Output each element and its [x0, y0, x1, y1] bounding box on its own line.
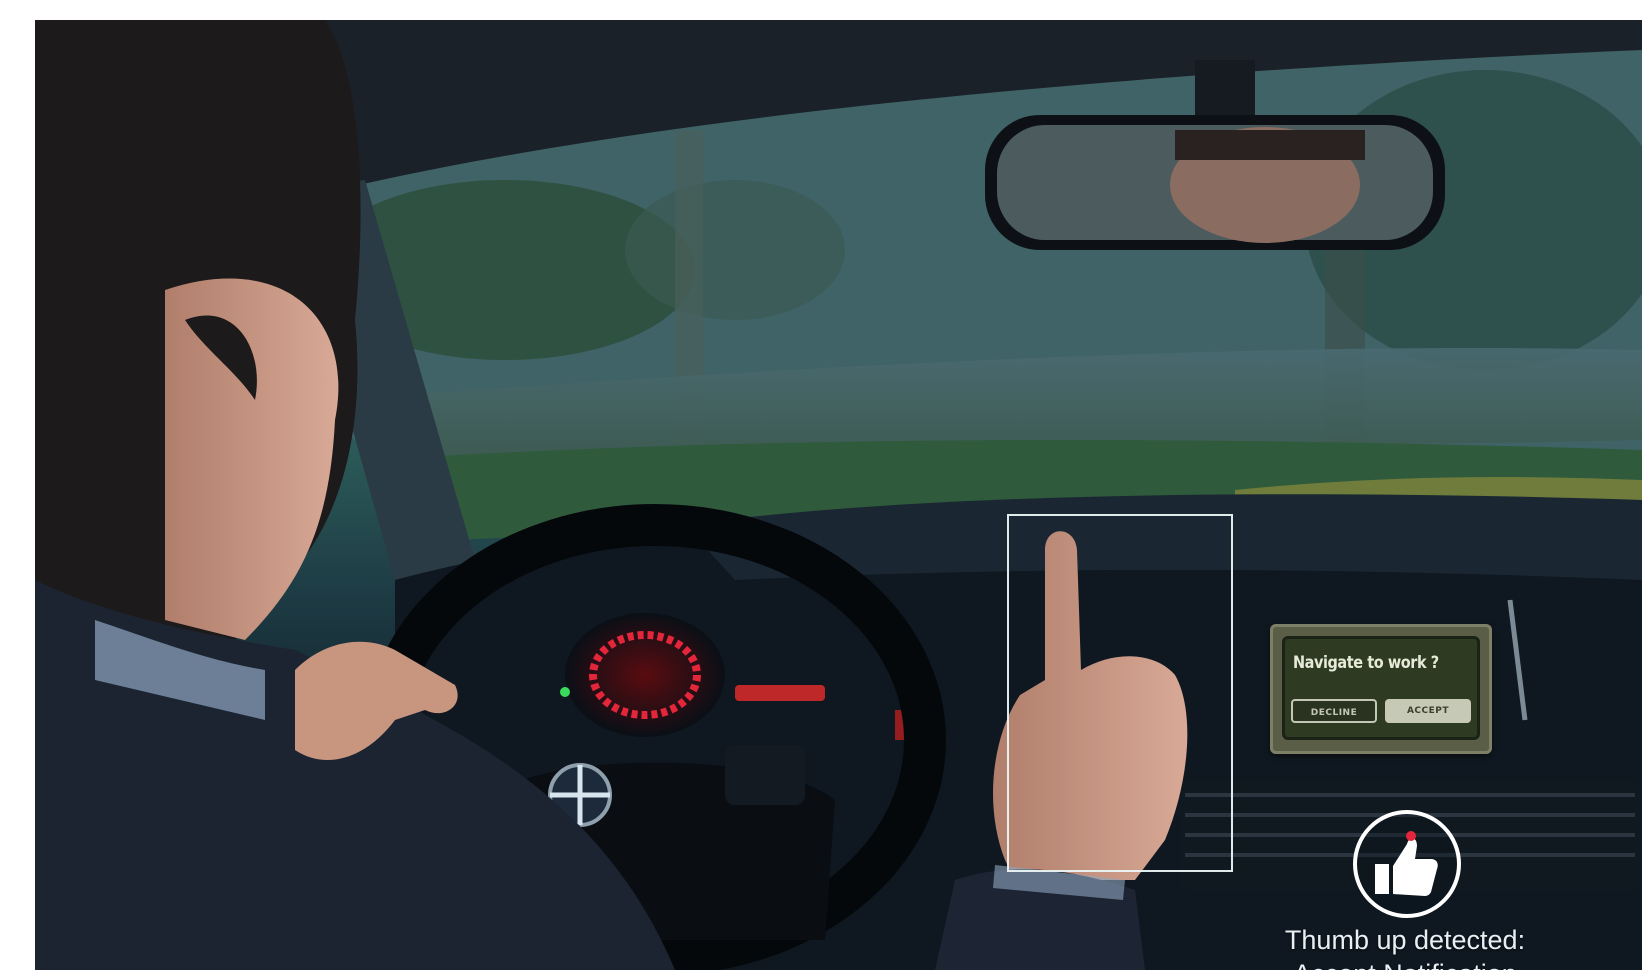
- thumbs-up-icon: [1353, 810, 1461, 918]
- navigation-notification: Navigate to work ? DECLINE ACCEPT: [1282, 636, 1480, 740]
- accept-button[interactable]: ACCEPT: [1385, 699, 1471, 723]
- caption-line-1: Thumb up detected:: [1284, 925, 1526, 955]
- gesture-detection-box: [1007, 514, 1233, 872]
- navigation-prompt-title: Navigate to work ?: [1293, 653, 1439, 673]
- infotainment-screen: Navigate to work ? DECLINE ACCEPT: [1270, 624, 1492, 754]
- car-interior-photo: Navigate to work ? DECLINE ACCEPT Thumb …: [35, 20, 1642, 970]
- thumbs-up-glyph: [1375, 831, 1438, 896]
- caption-line-2: Accept Notification: [1183, 957, 1627, 970]
- gesture-caption: Thumb up detected: Accept Notification: [1183, 923, 1627, 970]
- decline-button[interactable]: DECLINE: [1291, 699, 1377, 723]
